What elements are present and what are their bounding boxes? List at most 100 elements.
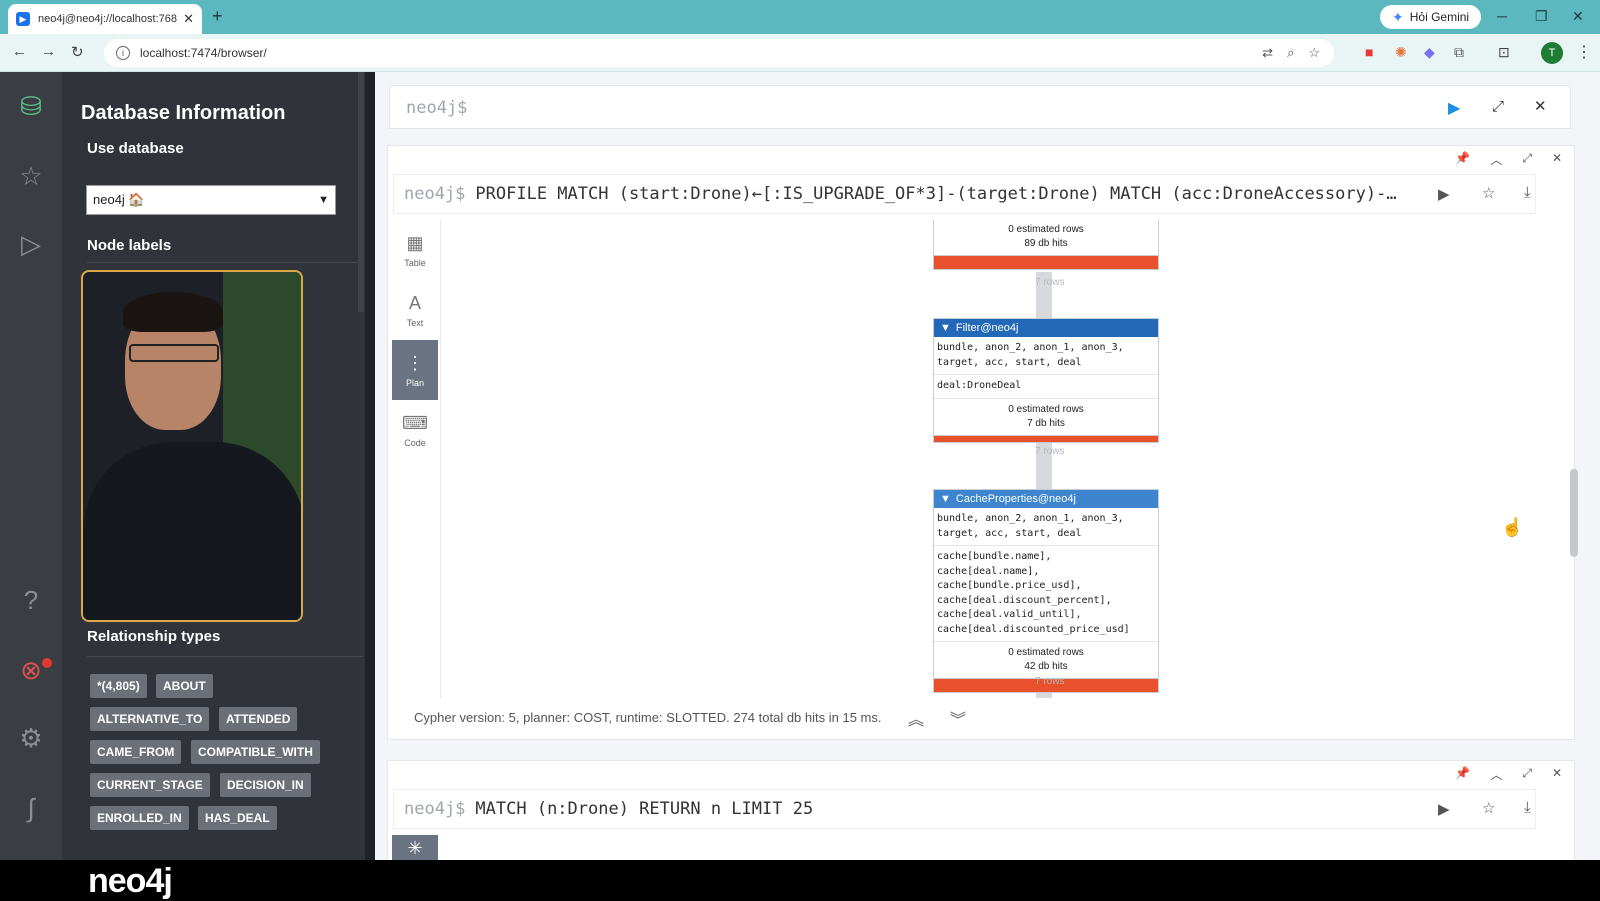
extension-purple-icon[interactable]: ◆ bbox=[1424, 44, 1435, 61]
relationship-tag[interactable]: CURRENT_STAGE bbox=[90, 773, 210, 797]
relationship-tag[interactable]: *(4,805) bbox=[90, 674, 147, 698]
operator-title: CacheProperties@neo4j bbox=[955, 493, 1076, 505]
tab-graph[interactable]: ✳ bbox=[392, 835, 438, 861]
close-frame-icon[interactable]: ✕ bbox=[1552, 766, 1562, 783]
plan-operator-cacheproperties[interactable]: ▼ CacheProperties@neo4j bundle, anon_2, … bbox=[933, 489, 1159, 693]
rerun-query-icon[interactable]: ▶ bbox=[1438, 185, 1450, 203]
operator-header[interactable]: ▼ CacheProperties@neo4j bbox=[934, 490, 1158, 508]
cypher-editor[interactable]: neo4j$ ▶ ⤢ ✕ bbox=[389, 85, 1571, 129]
browser-toolbar: ← → ↻ i localhost:7474/browser/ ⇄ ⌕ ☆ ■ … bbox=[0, 34, 1600, 72]
close-tab-icon[interactable]: ✕ bbox=[183, 11, 194, 27]
rows-label: 7 rows bbox=[1035, 676, 1065, 687]
site-info-icon[interactable]: i bbox=[116, 46, 130, 60]
tab-table[interactable]: ▦ Table bbox=[392, 220, 438, 280]
address-bar[interactable]: i localhost:7474/browser/ ⇄ ⌕ ☆ bbox=[104, 39, 1334, 67]
mouse-cursor-icon: ☝ bbox=[1501, 517, 1524, 537]
maximize-frame-icon[interactable]: ⤢ bbox=[1522, 151, 1532, 168]
zoom-icon[interactable]: ⌕ bbox=[1287, 45, 1294, 61]
relationship-tag[interactable]: HAS_DEAL bbox=[198, 806, 277, 830]
bookmark-star-icon[interactable]: ☆ bbox=[1308, 45, 1320, 61]
relationship-tag[interactable]: ENROLLED_IN bbox=[90, 806, 189, 830]
collapse-triangle-icon: ▼ bbox=[940, 322, 951, 334]
relationship-tag[interactable]: DECISION_IN bbox=[220, 773, 311, 797]
database-select[interactable]: neo4j 🏠 ▼ bbox=[86, 185, 336, 215]
drawer-title: Database Information bbox=[81, 102, 286, 124]
settings-gear-icon[interactable]: ⚙ bbox=[15, 722, 47, 754]
plan-operator-filter[interactable]: ▼ Filter@neo4j bundle, anon_2, anon_1, a… bbox=[933, 318, 1159, 443]
back-icon[interactable]: ← bbox=[12, 43, 27, 60]
node-labels-label: Node labels bbox=[87, 237, 172, 254]
relationship-tag[interactable]: COMPATIBLE_WITH bbox=[191, 740, 320, 764]
plan-operator[interactable]: 0 estimated rows 89 db hits bbox=[933, 220, 1159, 270]
operator-title: Filter@neo4j bbox=[955, 322, 1019, 334]
webcam-overlay bbox=[81, 270, 303, 622]
neo4j-logo: neo4j bbox=[88, 862, 173, 900]
help-icon[interactable]: ? bbox=[15, 584, 47, 616]
operator-header[interactable]: ▼ Filter@neo4j bbox=[934, 319, 1158, 337]
download-icon[interactable]: ⤓ bbox=[1524, 799, 1531, 816]
relationship-tag[interactable]: ATTENDED bbox=[219, 707, 298, 731]
extensions-puzzle-icon[interactable]: ⧉ bbox=[1454, 44, 1464, 61]
minimize-icon[interactable]: ─ bbox=[1497, 8, 1507, 24]
download-icon[interactable]: ⤓ bbox=[1524, 184, 1531, 201]
db-hits: 42 db hits bbox=[1024, 661, 1068, 672]
pin-icon[interactable]: 📌 bbox=[1455, 151, 1470, 168]
frame-query[interactable]: neo4j$ MATCH (n:Drone) RETURN n LIMIT 25 bbox=[393, 789, 1536, 829]
rows-label: 7 rows bbox=[1035, 446, 1065, 457]
gemini-button[interactable]: ✦ Hỏi Gemini bbox=[1380, 5, 1482, 29]
pin-icon[interactable]: 📌 bbox=[1455, 766, 1470, 783]
expand-all-icon[interactable]: ︽ bbox=[908, 706, 924, 730]
drawer-edge bbox=[365, 72, 375, 860]
drawer-scrollbar[interactable] bbox=[358, 72, 364, 312]
frame-query[interactable]: neo4j$ PROFILE MATCH (start:Drone)←[:IS_… bbox=[393, 174, 1536, 214]
close-window-icon[interactable]: ✕ bbox=[1572, 8, 1584, 25]
new-tab-button[interactable]: + bbox=[212, 6, 223, 27]
gemini-label: Hỏi Gemini bbox=[1409, 10, 1470, 24]
tab-search-icon[interactable]: ⊡ bbox=[1498, 44, 1510, 61]
guides-play-icon[interactable]: ▷ bbox=[15, 228, 47, 260]
favorite-star-icon[interactable]: ☆ bbox=[1482, 184, 1495, 202]
presenter-body bbox=[83, 442, 301, 620]
query-plan-view: 0 estimated rows 89 db hits 7 rows ▼ Fil… bbox=[441, 220, 1547, 698]
database-select-value: neo4j 🏠 bbox=[93, 192, 145, 207]
restore-icon[interactable]: ❐ bbox=[1535, 8, 1548, 25]
browser-tab[interactable]: ▶ neo4j@neo4j://localhost:7687/... ✕ bbox=[8, 4, 202, 34]
extension-red-icon[interactable]: ■ bbox=[1365, 44, 1373, 60]
operator-variables: bundle, anon_2, anon_1, anon_3, target, … bbox=[934, 508, 1158, 546]
profile-avatar[interactable]: T bbox=[1541, 42, 1563, 64]
fullscreen-icon[interactable]: ⤢ bbox=[1492, 98, 1504, 115]
tab-plan[interactable]: ⋮ Plan bbox=[392, 340, 438, 400]
db-hits: 89 db hits bbox=[1024, 238, 1068, 249]
tab-text[interactable]: A Text bbox=[392, 280, 438, 340]
collapse-all-icon[interactable]: ︾ bbox=[950, 706, 966, 730]
operator-variables: bundle, anon_2, anon_1, anon_3, target, … bbox=[934, 337, 1158, 375]
table-icon: ▦ bbox=[406, 232, 424, 253]
browser-menu-icon[interactable]: ⋮ bbox=[1576, 42, 1592, 62]
relationship-tag[interactable]: ABOUT bbox=[156, 674, 213, 698]
collapse-icon[interactable]: ︿ bbox=[1490, 151, 1502, 168]
tab-code-label: Code bbox=[404, 437, 426, 448]
favorite-star-icon[interactable]: ☆ bbox=[1482, 799, 1495, 817]
rerun-query-icon[interactable]: ▶ bbox=[1438, 800, 1450, 818]
scrollbar-thumb[interactable] bbox=[1570, 469, 1578, 557]
collapse-icon[interactable]: ︿ bbox=[1490, 766, 1502, 783]
result-frame-profile: 📌 ︿ ⤢ ✕ neo4j$ PROFILE MATCH (start:Dron… bbox=[387, 145, 1575, 740]
forward-icon[interactable]: → bbox=[41, 43, 56, 60]
database-icon[interactable]: ⛁ bbox=[15, 90, 47, 122]
favorites-star-icon[interactable]: ☆ bbox=[15, 160, 47, 192]
relationship-tag[interactable]: ALTERNATIVE_TO bbox=[90, 707, 210, 731]
run-query-icon[interactable]: ▶ bbox=[1448, 98, 1460, 118]
close-editor-icon[interactable]: ✕ bbox=[1534, 97, 1547, 115]
about-neo4j-icon[interactable]: ∫ bbox=[15, 792, 47, 824]
connection-status-icon[interactable]: ⊗ bbox=[15, 654, 47, 686]
operator-stats: 0 estimated rows 42 db hits bbox=[934, 642, 1158, 678]
tab-code[interactable]: ⌨ Code bbox=[392, 400, 438, 460]
relationship-tag[interactable]: CAME_FROM bbox=[90, 740, 182, 764]
close-frame-icon[interactable]: ✕ bbox=[1552, 151, 1562, 168]
stream-scrollbar[interactable] bbox=[1567, 133, 1581, 860]
translate-icon[interactable]: ⇄ bbox=[1262, 45, 1273, 61]
reload-icon[interactable]: ↻ bbox=[71, 43, 84, 61]
maximize-frame-icon[interactable]: ⤢ bbox=[1522, 766, 1532, 783]
extension-asterisk-icon[interactable]: ✺ bbox=[1395, 44, 1407, 61]
rows-label: 7 rows bbox=[1035, 277, 1065, 288]
